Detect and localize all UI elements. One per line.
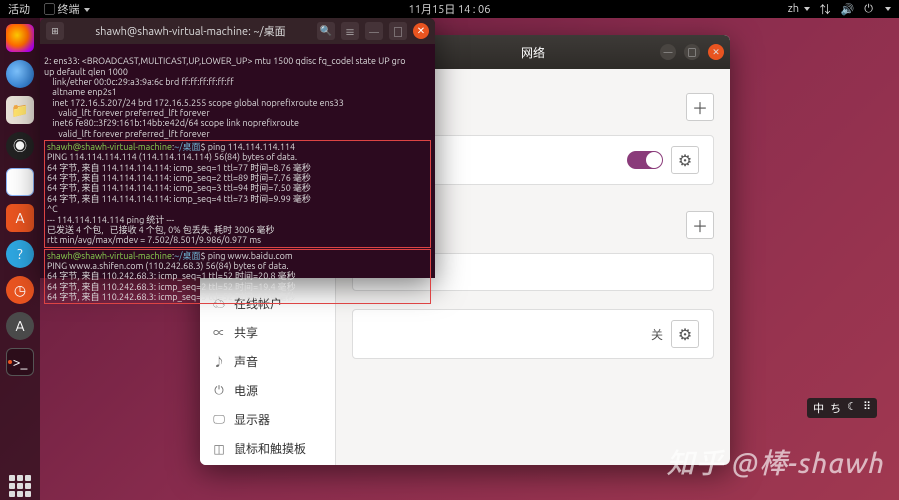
gnome-topbar: 活动 ▢ 终端 11月15日 14 : 06 zh ⇅ 🔊 ⏻	[0, 0, 899, 18]
active-app-menu[interactable]: ▢ 终端	[44, 1, 90, 17]
vpn-add-button[interactable]: ＋	[686, 211, 714, 239]
ime-moon-icon: ☾	[847, 400, 857, 416]
dock-help[interactable]: ?	[6, 240, 34, 268]
wired-add-button[interactable]: ＋	[686, 93, 714, 121]
terminal-close-button[interactable]: ✕	[413, 23, 429, 39]
terminal-maximize-button[interactable]: □	[389, 22, 407, 40]
activities-button[interactable]: 活动	[8, 1, 30, 17]
ime-grid-icon: ⠿	[863, 400, 871, 416]
sidebar-item-keyboard[interactable]: ⌨键盘快捷键	[200, 463, 335, 465]
dock-thunderbird[interactable]	[6, 60, 34, 88]
window-maximize-button[interactable]: □	[684, 44, 700, 60]
sidebar-item-power[interactable]: ⏻电源	[200, 376, 335, 405]
network-indicator-icon[interactable]: ⇅	[820, 1, 831, 17]
ime-kana-icon: ち	[830, 400, 841, 416]
settings-title: 网络	[521, 44, 545, 61]
clock[interactable]: 11月15日 14 : 06	[409, 1, 491, 17]
terminal-search-button[interactable]: 🔍	[317, 22, 335, 40]
wired-settings-button[interactable]: ⚙	[671, 146, 699, 174]
dock-files[interactable]: 📁	[6, 96, 34, 124]
terminal-minimize-button[interactable]: ─	[365, 22, 383, 40]
dock-software[interactable]: A	[6, 204, 34, 232]
terminal-window: ⊞ shawh@shawh-virtual-machine: ~/桌面 🔍 ≡ …	[40, 18, 435, 278]
sidebar-item-displays[interactable]: 🖵显示器	[200, 405, 335, 434]
window-close-button[interactable]: ✕	[708, 44, 724, 60]
ime-indicator[interactable]: 中 ち ☾ ⠿	[807, 398, 877, 418]
ime-ch-icon: 中	[813, 400, 824, 416]
show-applications-button[interactable]	[6, 472, 34, 500]
terminal-titlebar[interactable]: ⊞ shawh@shawh-virtual-machine: ~/桌面 🔍 ≡ …	[40, 18, 435, 44]
dock-firefox[interactable]	[6, 24, 34, 52]
input-source-indicator[interactable]: zh	[788, 3, 810, 15]
dock-ubuntu[interactable]: ◷	[6, 276, 34, 304]
terminal-newtab-button[interactable]: ⊞	[46, 22, 64, 40]
sidebar-item-mouse[interactable]: ◫鼠标和触摸板	[200, 434, 335, 463]
sidebar-item-sound[interactable]: ♪声音	[200, 347, 335, 376]
power-icon[interactable]: ⏻	[864, 3, 873, 16]
window-minimize-button[interactable]: ─	[660, 44, 676, 60]
dock-updates[interactable]: A	[6, 312, 34, 340]
note-icon: ♪	[212, 353, 226, 370]
proxy-settings-button[interactable]: ⚙	[671, 320, 699, 348]
dock: 📁 ◉ ≡ A ? ◷ A ⚙ >_	[0, 18, 40, 500]
proxy-state-label: 关	[651, 326, 663, 343]
monitor-icon: 🖵	[212, 413, 226, 427]
terminal-output-pre: 2: ens33: <BROADCAST,MULTICAST,UP,LOWER_…	[44, 56, 406, 138]
dock-rhythmbox[interactable]: ◉	[6, 132, 34, 160]
terminal-title: shawh@shawh-virtual-machine: ~/桌面	[70, 23, 311, 39]
mouse-icon: ◫	[212, 442, 226, 456]
highlight-box-2: shawh@shawh-virtual-machine:~/桌面$ ping w…	[44, 249, 431, 305]
watermark: 知乎 @棒-shawh	[666, 442, 885, 482]
power-icon: ⏻	[212, 384, 226, 398]
dock-libreoffice[interactable]: ≡	[6, 168, 34, 196]
system-menu-chevron-icon[interactable]	[885, 7, 891, 11]
volume-icon[interactable]: 🔊	[841, 3, 855, 16]
terminal-body[interactable]: 2: ens33: <BROADCAST,MULTICAST,UP,LOWER_…	[40, 44, 435, 328]
wired-toggle[interactable]	[627, 151, 663, 169]
highlight-box-1: shawh@shawh-virtual-machine:~/桌面$ ping 1…	[44, 140, 431, 247]
terminal-menu-button[interactable]: ≡	[341, 22, 359, 40]
